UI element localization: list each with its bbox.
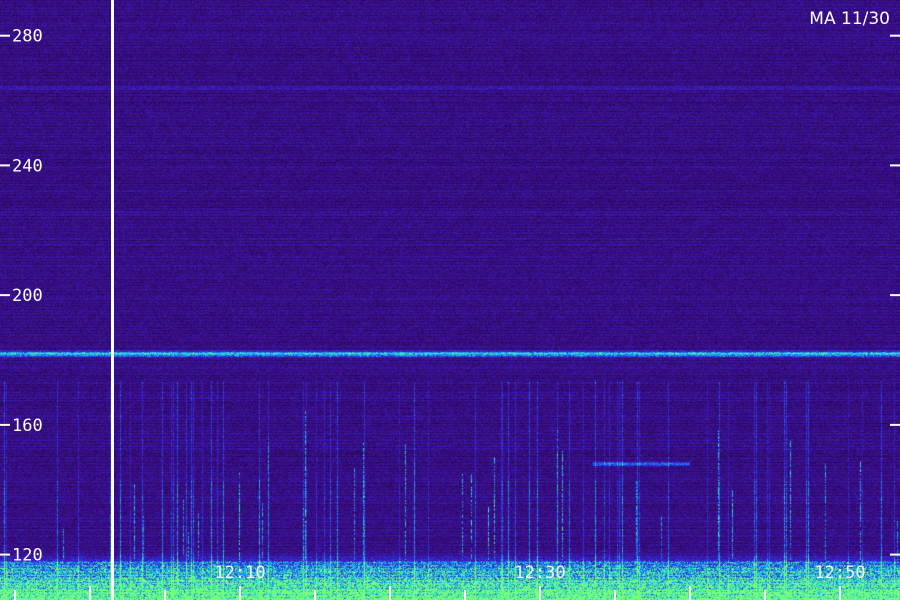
x-tick-label: 12:30 (514, 563, 565, 583)
y-tick-label: 240 (12, 156, 43, 176)
y-tick-label: 200 (12, 286, 43, 306)
x-axis-ticks: 12:10 12:30 12:50 (14, 563, 866, 600)
y-tick-label: 280 (12, 27, 43, 47)
chart-title: MA 11/30 (809, 9, 890, 29)
y-tick-label: 160 (12, 416, 43, 436)
y-tick-label: 120 (12, 546, 43, 566)
chart-overlay: 120 160 200 240 280 12:10 12:30 12:50 MA 11/30 (0, 0, 900, 600)
x-tick-label: 12:50 (814, 563, 865, 583)
x-tick-label: 12:10 (214, 563, 265, 583)
y-axis-ticks: 120 160 200 240 280 (0, 27, 900, 566)
